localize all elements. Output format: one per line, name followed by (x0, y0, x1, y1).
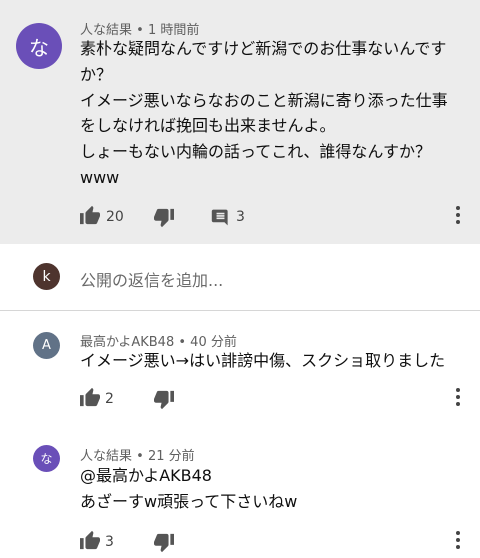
more-vert-icon[interactable] (455, 385, 461, 411)
comment-meta: 人な結果 • 21 分前 (80, 445, 195, 464)
thumb-up-icon[interactable] (79, 530, 101, 550)
comment-actions: 2 (0, 387, 480, 411)
author-name[interactable]: 人な結果 (80, 449, 132, 464)
thumb-down-icon[interactable] (153, 208, 175, 228)
reply-count: 3 (236, 209, 245, 225)
comment-text: イメージ悪い→はい誹謗中傷、スクショ取りました (80, 348, 472, 374)
comment-line: か？ (80, 64, 113, 84)
avatar[interactable]: な (33, 445, 60, 472)
comment-line: @最高かよAKB48 (80, 466, 212, 485)
thumb-down-icon[interactable] (153, 390, 175, 410)
avatar[interactable]: な (16, 23, 62, 69)
thumb-up-icon[interactable] (79, 387, 101, 407)
comment-text: @最高かよAKB48 あざーすw頑張って下さいねw (80, 463, 472, 515)
comment-text: 素朴な疑問なんですけど新潟でのお仕事ないんです か？ イメージ悪いならなおのこと… (80, 36, 472, 191)
comment-line: をしなければ挽回も出来ませんよ。 (80, 116, 336, 136)
comment-line: しょーもない内輪の話ってこれ、誰得なんすか？ (80, 142, 432, 162)
comment-line: あざーすw頑張って下さいねw (80, 491, 298, 511)
divider (0, 310, 480, 311)
comment-line: 素朴な疑問なんですけど新潟でのお仕事ないんです (80, 39, 447, 58)
reply-input[interactable]: 公開の返信を追加... (80, 267, 223, 291)
like-count: 20 (106, 209, 124, 225)
like-count: 2 (105, 391, 114, 407)
more-vert-icon[interactable] (455, 528, 461, 554)
comment-actions: 20 3 (0, 205, 480, 229)
avatar-letter: な (40, 452, 53, 466)
comment-icon[interactable] (211, 208, 230, 227)
comment-actions: 3 (0, 530, 480, 554)
comment-line: イメージ悪いならなおのこと新潟に寄り添った仕事 (80, 90, 448, 110)
meta-separator: • (132, 449, 148, 464)
comment-line: イメージ悪い→はい誹謗中傷、スクショ取りました (80, 351, 446, 370)
more-vert-icon[interactable] (455, 203, 461, 229)
avatar-letter: A (42, 338, 51, 353)
avatar-letter: な (29, 35, 49, 60)
comment-time: 21 分前 (147, 449, 195, 464)
avatar[interactable]: A (33, 332, 60, 359)
thumb-down-icon[interactable] (153, 533, 175, 553)
avatar: k (33, 263, 60, 290)
comment-line: www (80, 167, 120, 187)
thumb-up-icon[interactable] (79, 205, 101, 225)
avatar-letter: k (42, 268, 51, 285)
like-count: 3 (105, 534, 114, 550)
reply-composer: k 公開の返信を追加... (0, 246, 480, 310)
